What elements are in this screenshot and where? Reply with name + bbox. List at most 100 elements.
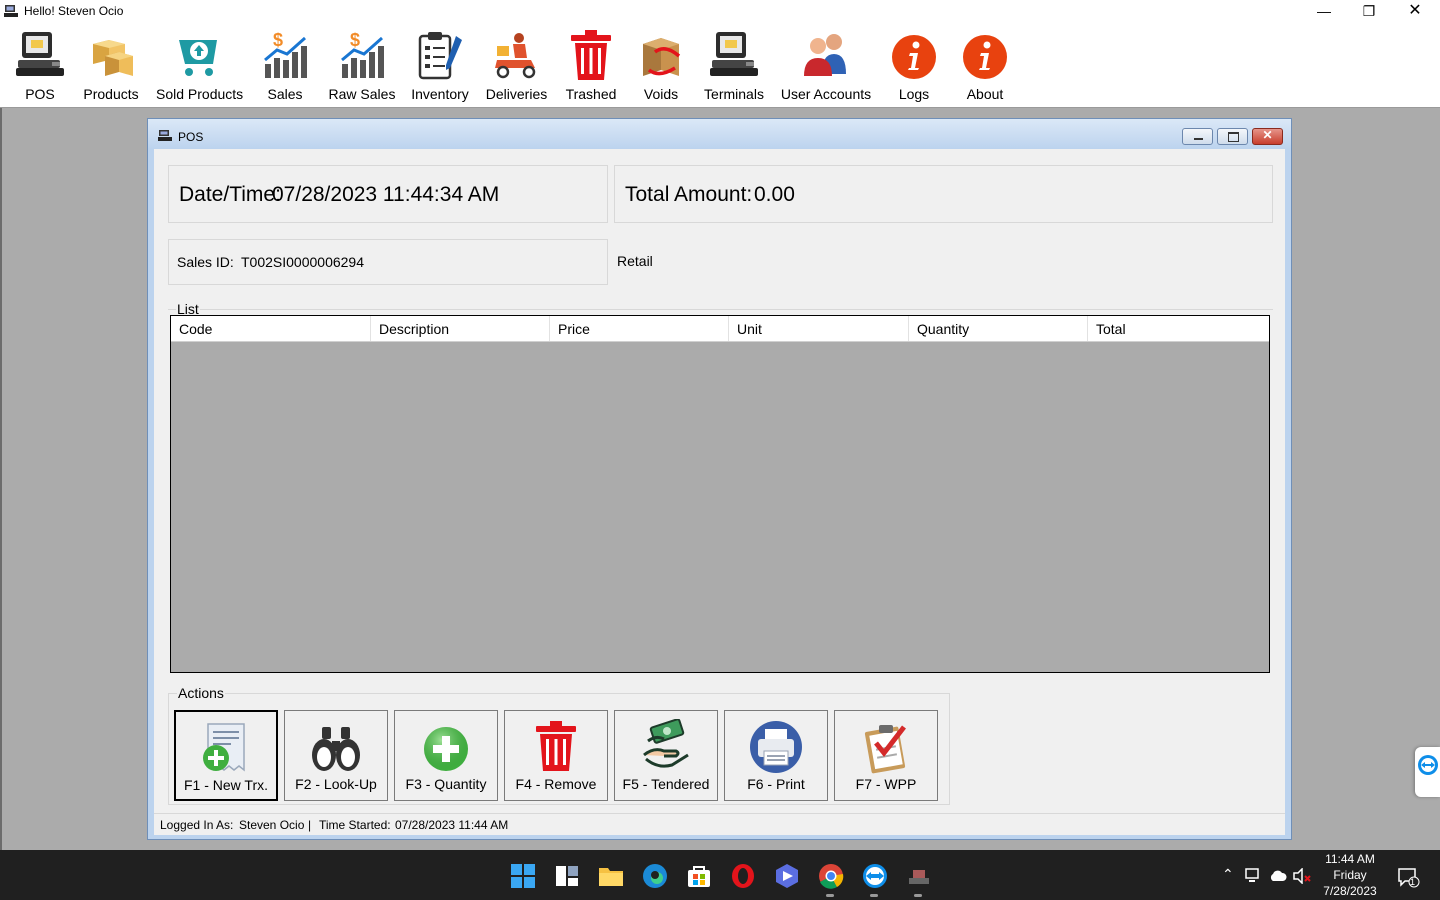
new-transaction-button[interactable]: F1 - New Trx. <box>174 710 278 801</box>
sale-mode-label: Retail <box>617 253 653 269</box>
clock-date: 7/28/2023 <box>1323 884 1377 898</box>
pos-app-taskbar-button[interactable] <box>905 862 933 890</box>
clipboard-pen-icon <box>418 32 462 80</box>
datetime-panel: Date/Time: 07/28/2023 11:44:34 AM <box>168 165 608 223</box>
remove-button[interactable]: F4 - Remove <box>504 710 608 801</box>
toolbar-label: Deliveries <box>485 86 548 102</box>
wpp-button[interactable]: F7 - WPP <box>834 710 938 801</box>
restore-button[interactable]: ❐ <box>1346 0 1392 23</box>
app-icon <box>4 5 18 17</box>
binoculars-icon <box>312 727 360 771</box>
lookup-button[interactable]: F2 - Look-Up <box>284 710 388 801</box>
print-button[interactable]: F6 - Print <box>724 710 828 801</box>
column-header-description[interactable]: Description <box>371 316 550 341</box>
pos-close-button[interactable]: ✕ <box>1252 128 1283 145</box>
svg-text:$: $ <box>273 30 283 50</box>
users-icon <box>804 34 846 76</box>
pos-client-area: Date/Time: 07/28/2023 11:44:34 AM Total … <box>154 149 1285 835</box>
column-header-code[interactable]: Code <box>171 316 371 341</box>
teamviewer-icon <box>863 864 887 888</box>
pos-window[interactable]: POS ✕ Date/Time: 07/28/2023 11:44:34 AM … <box>147 118 1292 840</box>
folder-icon <box>599 868 623 886</box>
file-explorer-button[interactable] <box>597 862 625 890</box>
chrome-button[interactable] <box>817 862 845 890</box>
sales-chart-icon: $ <box>264 30 307 78</box>
action-label: F6 - Print <box>747 776 805 792</box>
toolbar-sales-button[interactable]: $ Sales <box>257 23 313 107</box>
pos-app-icon <box>909 870 929 884</box>
pos-maximize-button[interactable] <box>1217 128 1248 145</box>
show-hidden-icons-button[interactable]: ⌃ <box>1222 866 1234 883</box>
toolbar-inventory-button[interactable]: Inventory <box>410 23 470 107</box>
hexagon-app-icon <box>776 864 798 888</box>
actions-group-label: Actions <box>177 685 225 701</box>
store-button[interactable] <box>685 862 713 890</box>
toolbar-label: Raw Sales <box>328 86 396 102</box>
sales-id-panel: Sales ID: T002SI0000006294 <box>168 239 608 285</box>
teamviewer-side-tab[interactable] <box>1415 747 1440 797</box>
toolbar-sold-products-button[interactable]: Sold Products <box>156 23 243 107</box>
toolbar-voids-button[interactable]: Voids <box>635 23 687 107</box>
total-amount-value: 0.00 <box>754 183 795 206</box>
toolbar-label: User Accounts <box>780 86 872 102</box>
toolbar-label: Voids <box>643 86 679 102</box>
time-started-value: 07/28/2023 11:44 AM <box>395 818 509 832</box>
printer-icon <box>750 721 802 773</box>
toolbar-pos-button[interactable]: POS <box>14 23 66 107</box>
delivery-scooter-icon <box>494 33 535 79</box>
chrome-icon <box>819 864 844 889</box>
toolbar-user-accounts-button[interactable]: User Accounts <box>780 23 872 107</box>
time-started-label: Time Started: <box>319 818 391 832</box>
pos-minimize-button[interactable] <box>1182 128 1213 145</box>
running-indicator <box>914 894 922 897</box>
onedrive-icon[interactable] <box>1269 869 1287 883</box>
toolbar-label: POS <box>25 86 55 102</box>
trash-icon <box>571 30 611 80</box>
toolbar-raw-sales-button[interactable]: $ Raw Sales <box>327 23 397 107</box>
items-grid[interactable]: Code Description Price Unit Quantity Tot… <box>170 315 1270 673</box>
start-button[interactable] <box>509 862 537 890</box>
column-header-total[interactable]: Total <box>1088 316 1269 341</box>
total-panel: Total Amount: 0.00 <box>614 165 1273 223</box>
toolbar-terminals-button[interactable]: Terminals <box>702 23 766 107</box>
toolbar-label: Logs <box>898 86 930 102</box>
tendered-button[interactable]: F5 - Tendered <box>614 710 718 801</box>
toolbar-trashed-button[interactable]: Trashed <box>564 23 618 107</box>
teamviewer-icon <box>1418 755 1438 775</box>
status-bar: Logged In As: Steven Ocio | Time Started… <box>154 813 1285 836</box>
quantity-button[interactable]: F3 - Quantity <box>394 710 498 801</box>
running-indicator <box>826 894 834 897</box>
toolbar-label: About <box>966 86 1004 102</box>
action-label: F7 - WPP <box>855 776 917 792</box>
plus-circle-icon <box>424 727 468 771</box>
pos-window-title: POS <box>178 130 204 144</box>
column-header-quantity[interactable]: Quantity <box>909 316 1088 341</box>
column-header-price[interactable]: Price <box>550 316 729 341</box>
running-indicator <box>870 894 878 897</box>
opera-button[interactable] <box>729 862 757 890</box>
app-button[interactable] <box>773 862 801 890</box>
pos-window-caption[interactable]: POS ✕ <box>148 119 1291 149</box>
toolbar-deliveries-button[interactable]: Deliveries <box>485 23 548 107</box>
teamviewer-taskbar-button[interactable] <box>861 862 889 890</box>
toolbar-label: Trashed <box>565 86 617 102</box>
column-header-unit[interactable]: Unit <box>729 316 909 341</box>
boxes-icon <box>93 40 133 76</box>
notifications-icon[interactable] <box>1398 868 1420 888</box>
close-button[interactable]: ✕ <box>1392 0 1438 23</box>
volume-muted-icon[interactable] <box>1292 868 1312 884</box>
minimize-button[interactable]: — <box>1301 0 1347 23</box>
toolbar-about-button[interactable]: About <box>957 23 1013 107</box>
grid-header: Code Description Price Unit Quantity Tot… <box>171 316 1269 342</box>
app-title-bar: Hello! Steven Ocio — ❐ ✕ <box>0 0 1440 23</box>
task-view-button[interactable] <box>553 862 581 890</box>
clock-time[interactable]: 11:44 AM <box>1312 852 1388 866</box>
toolbar-logs-button[interactable]: Logs <box>888 23 940 107</box>
edge-button[interactable] <box>641 862 669 890</box>
info-icon <box>892 35 936 79</box>
network-icon[interactable] <box>1245 868 1263 884</box>
edge-icon <box>643 864 667 888</box>
window-title: Hello! Steven Ocio <box>24 4 124 18</box>
toolbar-products-button[interactable]: Products <box>81 23 141 107</box>
trash-icon <box>536 721 576 771</box>
